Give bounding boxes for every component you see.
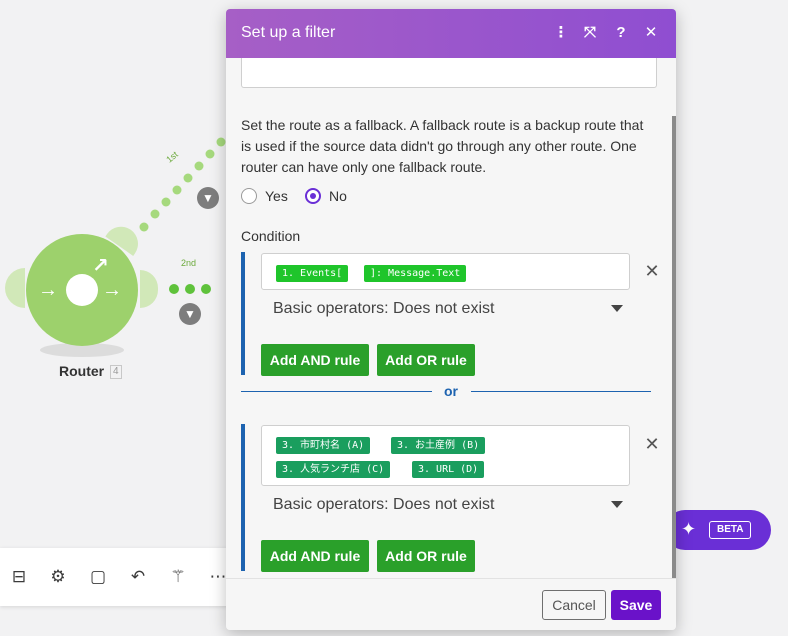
router-module-id: 4 [110,365,122,379]
undo-icon[interactable]: ↶ [128,567,148,587]
or-divider-left [241,391,432,392]
save-button[interactable]: Save [611,590,661,620]
route-label-2nd: 2nd [181,258,197,268]
filter-icon[interactable]: ▼ [179,303,201,325]
more-icon[interactable]: ⋯ [208,567,228,587]
magic-wand-icon[interactable]: ⚚ [168,567,188,587]
condition-label: Condition [241,228,301,244]
mapped-token[interactable]: 3. 人気ランチ店 (C) [276,461,391,478]
notes-icon[interactable]: ▢ [88,567,108,587]
router-hub [66,274,98,306]
cancel-button[interactable]: Cancel [542,590,606,620]
fallback-yes-label[interactable]: Yes [265,188,288,205]
run-once-icon[interactable]: ⊟ [9,567,29,587]
add-or-rule-button[interactable]: Add OR rule [377,540,475,572]
mapped-token[interactable]: ]: Message.Text [364,265,467,282]
filter-dialog: Set up a filter ⋮ ⤧ ? ✕ Set the route as… [226,9,676,630]
add-and-rule-button[interactable]: Add AND rule [261,540,369,572]
mapped-token[interactable]: 3. URL (D) [412,461,485,478]
or-separator-label: or [444,383,458,399]
arrow-up-right-icon: ↗ [92,255,109,277]
mapped-token[interactable]: 1. Events[ [276,265,349,282]
mapped-token[interactable]: 3. お土産例 (B) [391,437,486,454]
add-or-rule-button[interactable]: Add OR rule [377,344,475,376]
sparkle-icon: ✦ [681,519,697,539]
beta-badge: BETA [709,521,752,539]
filter-icon[interactable]: ▼ [197,187,219,209]
mapped-token[interactable]: 3. 市町村名 (A) [276,437,371,454]
dialog-header: Set up a filter ⋮ ⤧ ? ✕ [226,9,676,58]
router-label: Router [59,363,105,379]
arrow-right-icon: → [102,279,122,301]
arrow-right-icon: → [38,279,58,301]
or-divider-right [471,391,651,392]
remove-rule-icon[interactable]: ✕ [643,262,661,280]
fallback-description: Set the route as a fallback. A fallback … [241,117,644,175]
close-icon[interactable]: ✕ [641,23,661,43]
condition-operand-input[interactable]: 3. 市町村名 (A) 3. お土産例 (B) 3. 人気ランチ店 (C) 3.… [261,425,630,486]
router-module[interactable]: → ↗ → [26,234,138,346]
remove-rule-icon[interactable]: ✕ [643,435,661,453]
more-options-icon[interactable]: ⋮ [551,23,571,43]
fallback-no-radio[interactable] [305,188,321,204]
fallback-yes-radio[interactable] [241,188,257,204]
chevron-down-icon[interactable] [611,305,623,312]
add-and-rule-button[interactable]: Add AND rule [261,344,369,376]
help-icon[interactable]: ? [611,23,631,43]
canvas-toolbar: ⊟ ⚙ ▢ ↶ ⚚ ⋯ [0,548,240,606]
rule-group-1: 1. Events[ ]: Message.Text ✕ Basic opera… [241,252,661,376]
rule-group-2: 3. 市町村名 (A) 3. お土産例 (B) 3. 人気ランチ店 (C) 3.… [241,424,661,572]
condition-operand-input[interactable]: 1. Events[ ]: Message.Text [261,253,630,290]
settings-icon[interactable]: ⚙ [48,567,68,587]
chevron-down-icon[interactable] [611,501,623,508]
operator-select[interactable]: Basic operators: Does not exist [273,496,494,514]
dialog-title: Set up a filter [241,24,336,41]
ai-assistant-button[interactable]: ✦ BETA [665,510,771,550]
dialog-footer: Cancel Save [226,578,676,630]
dialog-body[interactable]: Set the route as a fallback. A fallback … [226,58,676,578]
dialog-scrollbar[interactable] [672,116,676,579]
expand-icon[interactable]: ⤧ [580,23,600,43]
filter-label-input[interactable] [241,58,657,88]
fallback-no-label[interactable]: No [329,188,347,205]
operator-select[interactable]: Basic operators: Does not exist [273,300,494,318]
